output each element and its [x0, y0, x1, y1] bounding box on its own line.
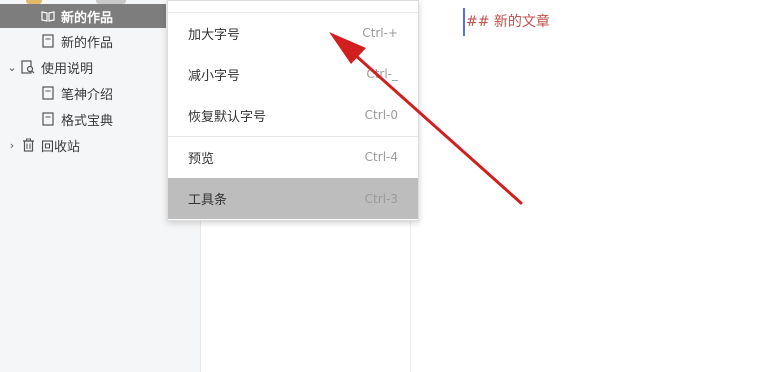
editor-pane[interactable] [411, 0, 784, 372]
view-menu-dropdown: 加大字号 Ctrl-+ 减小字号 Ctrl-_ 恢复默认字号 Ctrl-0 预览… [167, 0, 419, 221]
menu-item-shortcut: Ctrl-0 [364, 108, 398, 122]
menu-item-increase-font[interactable]: 加大字号 Ctrl-+ [168, 13, 418, 53]
menu-item-label: 预览 [188, 151, 215, 167]
sidebar-item-intro[interactable]: 笔神介绍 [40, 81, 113, 105]
menu-item-label: 恢复默认字号 [188, 109, 267, 125]
menu-item-preview[interactable]: 预览 Ctrl-4 [168, 137, 418, 177]
book-open-icon [40, 8, 56, 24]
text-cursor [463, 8, 465, 36]
menu-item-label: 减小字号 [188, 68, 241, 84]
menu-item-shortcut: Ctrl-+ [362, 26, 398, 40]
sidebar-item-label: 新的作品 [61, 35, 114, 51]
sidebar-item-guide[interactable]: ⌄ 使用说明 [6, 55, 93, 79]
sidebar-item-label: 新的作品 [61, 10, 114, 26]
menu-item-shortcut: Ctrl-_ [366, 67, 398, 81]
menu-item-toolbar[interactable]: 工具条 Ctrl-3 [168, 178, 418, 219]
sidebar-item-new-work[interactable]: 新的作品 [40, 29, 113, 53]
document-icon [40, 85, 56, 101]
trash-icon [20, 137, 36, 153]
document-icon [40, 33, 56, 49]
sidebar-item-label: 笔神介绍 [61, 87, 114, 103]
chevron-down-icon[interactable]: ⌄ [6, 61, 18, 74]
search-document-icon [20, 59, 36, 75]
menu-item-shortcut: Ctrl-3 [364, 191, 398, 206]
document-icon [40, 111, 56, 127]
sidebar-item-label: 回收站 [41, 139, 81, 155]
sidebar-item-label: 格式宝典 [61, 113, 114, 129]
sidebar-item-format-guide[interactable]: 格式宝典 [40, 107, 113, 131]
menu-item-reset-font[interactable]: 恢复默认字号 Ctrl-0 [168, 95, 418, 135]
sidebar-item-recycle-bin[interactable]: › 回收站 [6, 133, 80, 157]
menu-item-decrease-font[interactable]: 减小字号 Ctrl-_ [168, 54, 418, 94]
chevron-right-icon[interactable]: › [6, 139, 18, 152]
menu-item-label: 工具条 [188, 193, 228, 208]
menu-item-label: 加大字号 [188, 27, 241, 43]
sidebar-item-new-work-selected[interactable]: 新的作品 [0, 4, 166, 28]
sidebar-item-label: 使用说明 [41, 61, 94, 77]
editor-heading-line[interactable]: ## 新的文章 [466, 11, 550, 31]
menu-item-shortcut: Ctrl-4 [364, 150, 398, 164]
